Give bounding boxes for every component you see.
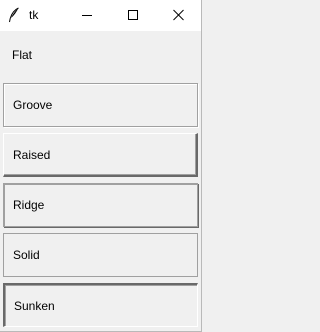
label-groove: Groove (3, 83, 198, 127)
maximize-button[interactable] (110, 0, 156, 31)
label-solid-text: Solid (13, 248, 40, 262)
label-groove-text: Groove (13, 98, 53, 112)
label-sunken: Sunken (3, 283, 198, 327)
feather-icon (8, 7, 20, 23)
close-button[interactable] (156, 0, 202, 31)
label-sunken-text: Sunken (14, 298, 55, 313)
label-flat-text: Flat (12, 48, 33, 62)
window-client-area: Flat Groove Raised Ridge Solid Sunken (0, 31, 202, 332)
title-bar[interactable]: tk (0, 0, 202, 31)
label-ridge-text: Ridge (13, 198, 45, 212)
label-flat: Flat (3, 33, 198, 77)
label-ridge: Ridge (3, 183, 198, 227)
window-title: tk (29, 8, 39, 22)
label-raised: Raised (3, 133, 198, 177)
minimize-button[interactable] (64, 0, 110, 31)
label-solid: Solid (3, 233, 198, 277)
label-raised-text: Raised (13, 147, 51, 162)
